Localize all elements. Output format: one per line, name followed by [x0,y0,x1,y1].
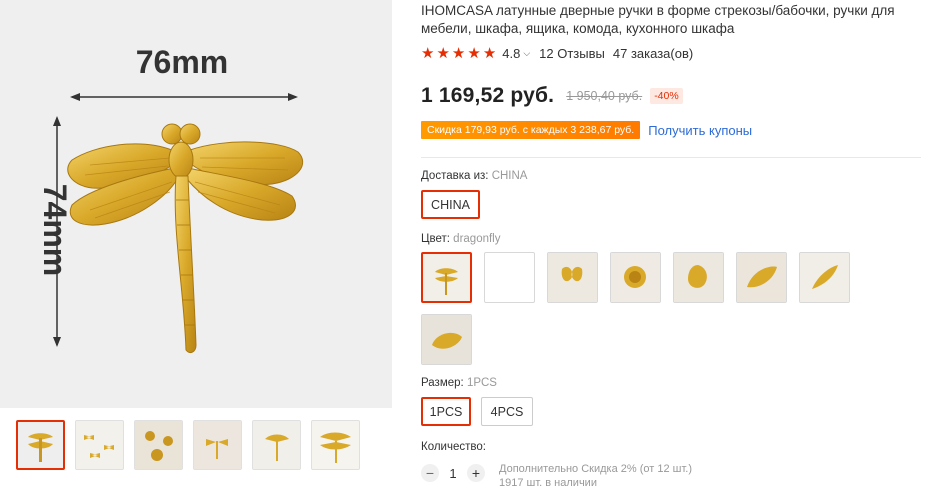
quantity-label: Количество: [421,441,486,453]
coupon-row: Скидка 179,93 руб. с каждых 3 238,67 руб… [421,121,752,139]
dimension-height-label: 74mm [37,184,73,277]
dimension-width-label: 76mm [136,44,229,80]
rating-value[interactable]: 4.8 [502,46,520,61]
quantity-note: Дополнительно Скидка 2% (от 12 шт.) 1917… [499,462,692,490]
quantity-increase-button[interactable]: + [467,464,485,482]
color-swatch-dragonfly[interactable] [421,252,472,303]
quantity-decrease-button[interactable]: − [421,464,439,482]
shipping-option-china[interactable]: CHINA [421,190,480,219]
color-label: Цвет: dragonfly [421,233,500,245]
reviews-link[interactable]: 12 Отзывы [539,46,605,61]
divider [421,157,921,158]
current-price: 1 169,52 руб. [421,84,555,107]
chevron-down-icon[interactable]: ⌵ [523,48,530,59]
shipping-label: Доставка из: CHINA [421,170,527,182]
thumbnail-1[interactable] [16,420,65,470]
star-icon: ★ [421,45,435,62]
shipping-value: CHINA [491,170,528,182]
stock-note: 1917 шт. в наличии [499,477,597,489]
star-icon: ★ [482,45,497,62]
dragonfly-handle-image [67,123,304,353]
star-icon: ★ [467,45,481,62]
color-swatch-feather[interactable] [799,252,850,303]
thumbnail-5[interactable] [252,420,301,470]
price-row: 1 169,52 руб. 1 950,40 руб. -40% [421,84,683,108]
color-swatch-butterfly[interactable] [547,252,598,303]
star-icon: ★ [451,45,466,62]
thumbnail-6[interactable] [311,420,360,470]
main-product-image[interactable]: 76mm 74mm [0,0,392,408]
color-label-text: Цвет: [421,233,450,245]
thumbnail-4[interactable] [193,420,242,470]
product-title: IHOMCASA латунные дверные ручки в форме … [421,3,895,36]
color-swatch-shell[interactable] [421,314,472,365]
orders-count: 47 заказа(ов) [612,46,694,61]
quantity-stepper: − 1 + [421,464,485,482]
color-swatch-flower[interactable] [673,252,724,303]
discount-badge: -40% [650,88,683,104]
coupon-badge: Скидка 179,93 руб. с каждых 3 238,67 руб… [421,121,641,139]
bulk-discount-note: Дополнительно Скидка 2% (от 12 шт.) [499,463,693,475]
size-label-text: Размер: [421,377,464,389]
color-value: dragonfly [453,233,501,245]
star-icon: ★ [436,45,450,62]
thumbnail-strip [16,420,360,470]
get-coupons-link[interactable]: Получить купоны [648,123,752,138]
size-option-4pcs[interactable]: 4PCS [481,397,533,426]
size-value: 1PCS [466,377,497,389]
thumbnail-3[interactable] [134,420,183,470]
size-option-1pcs[interactable]: 1PCS [421,397,471,426]
quantity-input[interactable]: 1 [439,466,467,481]
color-swatch-rose[interactable] [610,252,661,303]
color-swatch-leaf[interactable] [736,252,787,303]
old-price: 1 950,40 руб. [566,89,643,103]
color-swatch-blank[interactable] [484,252,535,303]
size-label: Размер: 1PCS [421,377,497,389]
rating-row: ★ ★ ★ ★ ★ 4.8 ⌵ 12 Отзывы 47 заказа(ов) [421,46,693,61]
shipping-label-text: Доставка из: [421,170,489,182]
thumbnail-2[interactable] [75,420,124,470]
